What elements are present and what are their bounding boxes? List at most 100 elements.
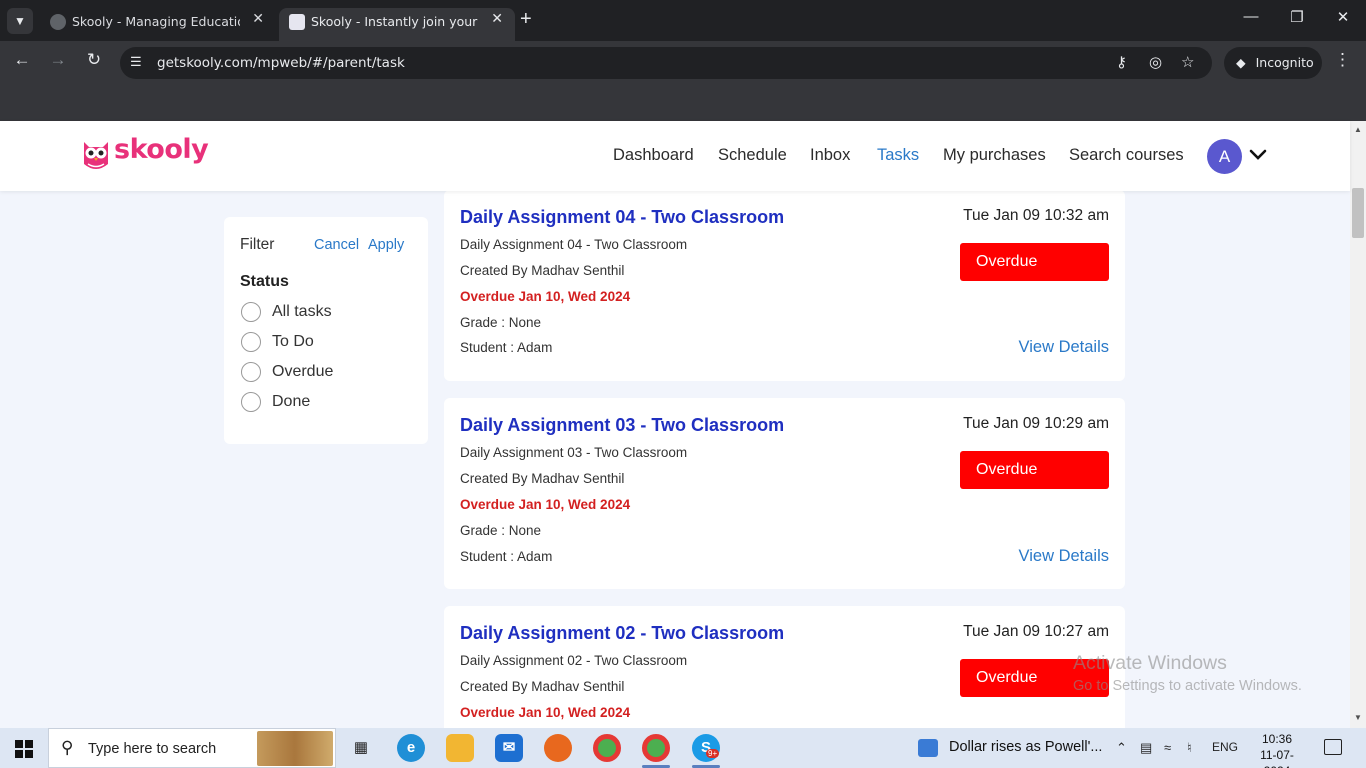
tab-title: Skooly - Managing Educational xyxy=(72,14,240,29)
bookmark-star-icon[interactable]: ☆ xyxy=(1181,53,1194,71)
radio-label: Overdue xyxy=(272,363,334,380)
task-grade: Grade : None xyxy=(460,315,542,330)
filter-apply-link[interactable]: Apply xyxy=(368,237,404,253)
avatar[interactable]: A xyxy=(1207,139,1242,174)
tab-title: Skooly - Instantly join your scho xyxy=(311,14,479,29)
task-grade: Grade : None xyxy=(460,523,542,538)
nav-my-purchases[interactable]: My purchases xyxy=(943,146,1046,165)
minimize-button[interactable]: — xyxy=(1228,8,1274,25)
filter-cancel-link[interactable]: Cancel xyxy=(314,237,359,253)
task-created-by: Created By Madhav Senthil xyxy=(460,263,625,278)
close-tab-icon[interactable]: ✕ xyxy=(252,11,264,27)
task-due-date: Overdue Jan 10, Wed 2024 xyxy=(460,289,631,304)
view-details-link[interactable]: View Details xyxy=(1019,338,1109,357)
restore-button[interactable]: ❐ xyxy=(1274,8,1320,26)
nav-inbox[interactable]: Inbox xyxy=(810,146,850,165)
browser-tab-strip: ▼ Skooly - Managing Educational ✕ Skooly… xyxy=(0,0,1366,41)
owl-logo-icon xyxy=(84,142,108,169)
reload-button[interactable]: ↻ xyxy=(82,50,106,70)
language-indicator[interactable]: ENG xyxy=(1212,740,1238,754)
eye-off-icon[interactable]: ◎ xyxy=(1149,53,1162,71)
radio-label: All tasks xyxy=(272,303,332,320)
new-tab-button[interactable]: + xyxy=(520,8,532,30)
overdue-status-button[interactable]: Overdue xyxy=(960,451,1109,489)
address-bar[interactable]: ☰ getskooly.com/mpweb/#/parent/task ⚷ ◎ … xyxy=(120,47,1212,79)
windows-start-icon[interactable] xyxy=(15,740,33,758)
site-settings-icon[interactable]: ☰ xyxy=(130,54,142,70)
chevron-down-icon[interactable] xyxy=(1249,144,1267,164)
incognito-indicator[interactable]: ◆ Incognito xyxy=(1224,47,1322,79)
filter-title: Filter xyxy=(240,236,275,253)
task-card: Daily Assignment 03 - Two Classroom Tue … xyxy=(444,398,1125,589)
filter-panel: Filter Cancel Apply Status All tasks To … xyxy=(224,217,428,444)
browser-toolbar: ← → ↻ ☰ getskooly.com/mpweb/#/parent/tas… xyxy=(0,41,1366,85)
url-text[interactable]: getskooly.com/mpweb/#/parent/task xyxy=(157,55,405,71)
radio-button[interactable] xyxy=(241,302,261,322)
logo-text: skooly xyxy=(114,134,209,165)
task-card: Daily Assignment 04 - Two Classroom Tue … xyxy=(444,190,1125,381)
volume-muted-icon[interactable]: ♮ xyxy=(1187,740,1192,756)
skooly-favicon-icon xyxy=(289,14,305,30)
scroll-down-icon[interactable]: ▼ xyxy=(1354,713,1362,722)
file-explorer-icon[interactable] xyxy=(446,734,474,762)
task-title-link[interactable]: Daily Assignment 02 - Two Classroom xyxy=(460,623,784,644)
task-student: Student : Adam xyxy=(460,549,553,564)
task-created-by: Created By Madhav Senthil xyxy=(460,679,625,694)
task-description: Daily Assignment 03 - Two Classroom xyxy=(460,445,688,460)
browser-tab-2[interactable]: Skooly - Instantly join your scho ✕ xyxy=(279,8,515,41)
nav-schedule[interactable]: Schedule xyxy=(718,146,787,165)
scroll-up-icon[interactable]: ▲ xyxy=(1354,125,1362,134)
status-heading: Status xyxy=(240,273,289,290)
radio-button[interactable] xyxy=(241,332,261,352)
radio-button[interactable] xyxy=(241,392,261,412)
task-created-by: Created By Madhav Senthil xyxy=(460,471,625,486)
task-date: Tue Jan 09 10:27 am xyxy=(963,623,1109,640)
site-header: skooly Dashboard Schedule Inbox Tasks My… xyxy=(0,121,1350,191)
mail-icon[interactable]: ✉ xyxy=(495,734,523,762)
task-date: Tue Jan 09 10:29 am xyxy=(963,415,1109,432)
skooly-logo[interactable]: skooly xyxy=(80,134,209,176)
browser-menu-icon[interactable]: ⋮ xyxy=(1334,50,1351,70)
chevron-up-icon[interactable]: ⌃ xyxy=(1116,740,1127,756)
taskbar-clock[interactable]: 10:36 11-07-2024 xyxy=(1248,731,1306,768)
incognito-label: Incognito xyxy=(1255,55,1314,70)
chrome-icon[interactable] xyxy=(593,734,621,762)
firefox-icon[interactable] xyxy=(544,734,572,762)
task-title-link[interactable]: Daily Assignment 03 - Two Classroom xyxy=(460,415,784,436)
nav-search-courses[interactable]: Search courses xyxy=(1069,146,1184,165)
key-icon[interactable]: ⚷ xyxy=(1116,53,1127,71)
close-tab-icon[interactable]: ✕ xyxy=(491,11,503,27)
windows-taskbar: ⚲ Type here to search ▦ e ✉ S 9+ Dollar … xyxy=(0,728,1366,768)
wifi-icon[interactable]: ≈ xyxy=(1164,740,1171,755)
task-description: Daily Assignment 04 - Two Classroom xyxy=(460,237,688,252)
back-button[interactable]: ← xyxy=(10,50,34,70)
close-window-button[interactable]: ✕ xyxy=(1320,8,1366,26)
search-icon: ⚲ xyxy=(61,738,74,757)
overdue-status-button[interactable]: Overdue xyxy=(960,243,1109,281)
notifications-icon[interactable] xyxy=(1324,739,1342,755)
meet-now-icon[interactable]: ▤ xyxy=(1140,740,1152,756)
nav-dashboard[interactable]: Dashboard xyxy=(613,146,694,165)
task-view-icon[interactable]: ▦ xyxy=(347,734,375,762)
edge-browser-icon[interactable]: e xyxy=(397,734,425,762)
search-placeholder: Type here to search xyxy=(88,741,217,757)
chrome-profile-icon[interactable] xyxy=(642,734,670,762)
news-text: Dollar rises as Powell'... xyxy=(949,739,1103,755)
tab-search-button[interactable]: ▼ xyxy=(7,8,33,34)
scroll-thumb[interactable] xyxy=(1352,188,1364,238)
taskbar-search-box[interactable]: ⚲ Type here to search xyxy=(48,728,336,768)
task-title-link[interactable]: Daily Assignment 04 - Two Classroom xyxy=(460,207,784,228)
page-scrollbar[interactable]: ▲ ▼ xyxy=(1350,121,1366,728)
view-details-link[interactable]: View Details xyxy=(1019,547,1109,566)
globe-icon xyxy=(50,14,66,30)
task-date: Tue Jan 09 10:32 am xyxy=(963,207,1109,224)
browser-tab-1[interactable]: Skooly - Managing Educational ✕ xyxy=(40,8,276,41)
task-due-date: Overdue Jan 10, Wed 2024 xyxy=(460,705,631,720)
incognito-icon: ◆ xyxy=(1236,55,1246,70)
task-student: Student : Adam xyxy=(460,340,553,355)
nav-tasks[interactable]: Tasks xyxy=(877,146,919,165)
overdue-status-button[interactable]: Overdue xyxy=(960,659,1109,697)
search-highlight-image xyxy=(257,731,333,766)
radio-button[interactable] xyxy=(241,362,261,382)
forward-button[interactable]: → xyxy=(46,50,70,70)
